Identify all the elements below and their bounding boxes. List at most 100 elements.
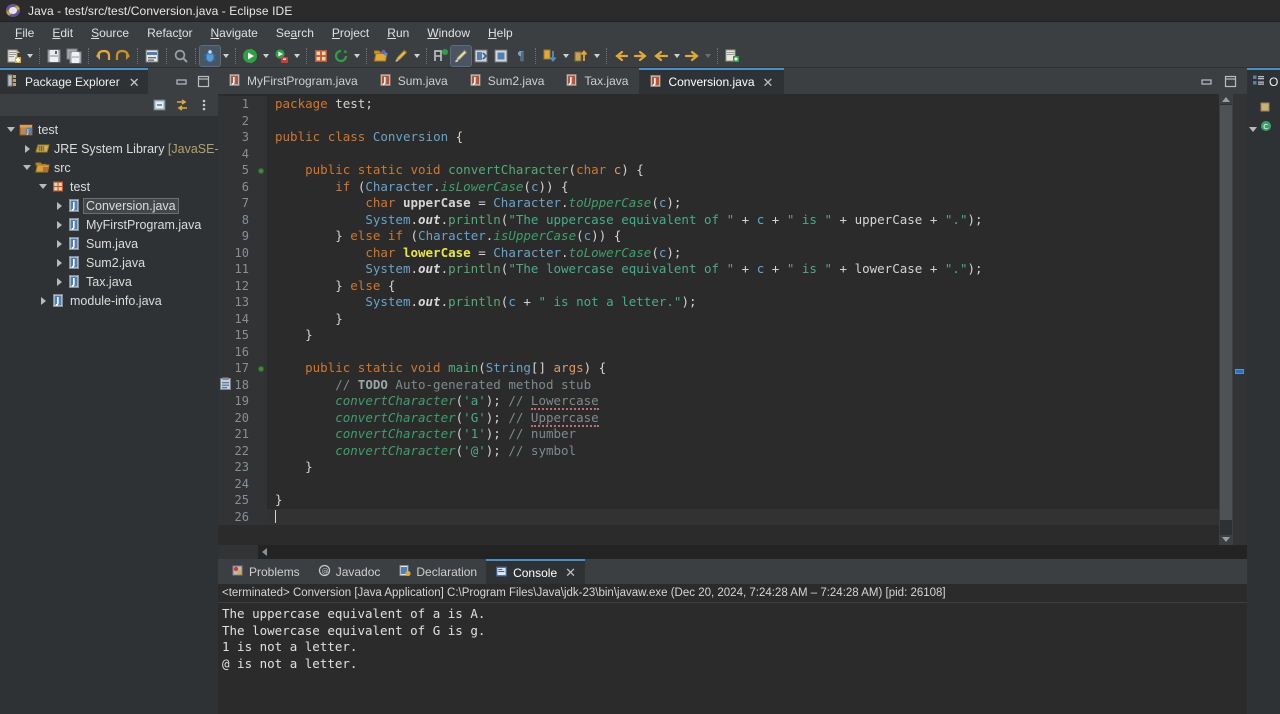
back-icon[interactable] bbox=[611, 46, 631, 66]
previous-annotation-icon[interactable] bbox=[571, 46, 591, 66]
run-dropdown-icon[interactable] bbox=[260, 46, 271, 66]
new-wizard-dropdown-icon[interactable] bbox=[24, 46, 35, 66]
package-explorer-toolbar[interactable] bbox=[0, 94, 218, 116]
save-icon[interactable] bbox=[44, 46, 64, 66]
undo-icon[interactable] bbox=[93, 46, 113, 66]
coverage-dropdown-icon[interactable] bbox=[291, 46, 302, 66]
twisty-icon[interactable] bbox=[1249, 121, 1257, 135]
open-type-icon[interactable] bbox=[142, 46, 162, 66]
debug-dropdown-icon[interactable] bbox=[220, 46, 231, 66]
forward-icon[interactable] bbox=[631, 46, 651, 66]
menu-run[interactable]: Run bbox=[378, 24, 418, 42]
whitespace-icon[interactable] bbox=[471, 46, 491, 66]
forward-history-icon[interactable] bbox=[682, 46, 702, 66]
view-menu-icon[interactable] bbox=[197, 99, 210, 112]
outline-tab-row[interactable]: O bbox=[1247, 68, 1280, 94]
edit-icon[interactable] bbox=[391, 46, 411, 66]
coverage-icon[interactable] bbox=[271, 46, 291, 66]
scroll-left-icon[interactable] bbox=[258, 545, 271, 559]
close-icon[interactable]: ✕ bbox=[129, 76, 140, 89]
tab-tax-java[interactable]: J Tax.java bbox=[555, 68, 640, 94]
hscroll-track[interactable] bbox=[258, 545, 1247, 559]
scrollbar-thumb[interactable] bbox=[1220, 105, 1232, 520]
refresh-icon[interactable] bbox=[331, 46, 351, 66]
menu-search[interactable]: Search bbox=[267, 24, 323, 42]
twisty-icon[interactable] bbox=[52, 201, 66, 210]
tab-myfirstprogram-java[interactable]: J MyFirstProgram.java bbox=[218, 68, 369, 94]
back-history-dropdown-icon[interactable] bbox=[671, 46, 682, 66]
next-annotation-icon[interactable] bbox=[540, 46, 560, 66]
toggle-block-selection-icon[interactable] bbox=[450, 44, 472, 67]
outline-item[interactable]: C bbox=[1247, 118, 1280, 137]
editor-overview-ruler[interactable] bbox=[1233, 94, 1247, 545]
maximize-icon[interactable] bbox=[197, 75, 210, 88]
previous-annotation-dropdown-icon[interactable] bbox=[591, 46, 602, 66]
tree-item-sum-java[interactable]: J Sum.java bbox=[0, 234, 218, 253]
main-toolbar[interactable]: ¶ bbox=[0, 44, 1280, 68]
run-icon[interactable] bbox=[240, 46, 260, 66]
edit-dropdown-icon[interactable] bbox=[411, 46, 422, 66]
tree-item-package-test[interactable]: test bbox=[0, 177, 218, 196]
twisty-icon[interactable] bbox=[52, 258, 66, 267]
minimize-icon[interactable] bbox=[1200, 75, 1213, 88]
save-all-icon[interactable] bbox=[64, 46, 84, 66]
maximize-icon[interactable] bbox=[1224, 75, 1237, 88]
tab-sum-java[interactable]: J Sum.java bbox=[368, 68, 459, 94]
twisty-icon[interactable] bbox=[36, 296, 50, 305]
todo-task-icon[interactable] bbox=[219, 377, 232, 390]
tree-item-src[interactable]: src bbox=[0, 158, 218, 177]
debug-icon[interactable] bbox=[199, 44, 221, 67]
outline-item[interactable] bbox=[1247, 99, 1280, 118]
minimize-icon[interactable] bbox=[175, 75, 188, 88]
redo-icon[interactable] bbox=[113, 46, 133, 66]
twisty-icon[interactable] bbox=[52, 277, 66, 286]
menu-bar[interactable]: File Edit Source Refactor Navigate Searc… bbox=[0, 22, 1280, 44]
menu-help[interactable]: Help bbox=[479, 24, 522, 42]
twisty-icon[interactable] bbox=[52, 220, 66, 229]
toggle-whitespace-icon[interactable] bbox=[491, 46, 511, 66]
toggle-mark-occurrences-icon[interactable] bbox=[431, 46, 451, 66]
tree-item-test-project[interactable]: J test bbox=[0, 120, 218, 139]
tab-sum2-java[interactable]: J Sum2.java bbox=[458, 68, 556, 94]
menu-project[interactable]: Project bbox=[323, 24, 378, 42]
back-history-icon[interactable] bbox=[651, 46, 671, 66]
scroll-down-icon[interactable] bbox=[1219, 534, 1233, 545]
editor-vertical-scrollbar[interactable] bbox=[1219, 94, 1233, 545]
link-with-editor-icon[interactable] bbox=[175, 99, 188, 112]
tab-package-explorer[interactable]: Package Explorer ✕ bbox=[0, 68, 148, 94]
menu-edit[interactable]: Edit bbox=[43, 24, 82, 42]
twisty-icon[interactable] bbox=[52, 239, 66, 248]
new-wizard-icon[interactable] bbox=[4, 46, 24, 66]
tree-item-jre-system-library[interactable]: JRE System Library [JavaSE-22] bbox=[0, 139, 218, 158]
new-window-icon[interactable] bbox=[722, 46, 742, 66]
menu-window[interactable]: Window bbox=[418, 24, 479, 42]
menu-file[interactable]: File bbox=[6, 24, 43, 42]
console-output[interactable]: The uppercase equivalent of a is A. The … bbox=[218, 603, 1247, 714]
editor-horizontal-scrollbar[interactable] bbox=[218, 545, 1247, 559]
search-icon[interactable] bbox=[171, 46, 191, 66]
tab-declaration[interactable]: Declaration bbox=[389, 559, 486, 584]
collapse-all-icon[interactable] bbox=[153, 99, 166, 112]
menu-refactor[interactable]: Refactor bbox=[138, 24, 201, 42]
close-icon[interactable]: ✕ bbox=[565, 566, 576, 579]
close-icon[interactable]: ✕ bbox=[763, 76, 774, 89]
tab-console[interactable]: Console ✕ bbox=[486, 559, 586, 584]
twisty-icon[interactable] bbox=[4, 127, 18, 132]
twisty-icon[interactable] bbox=[36, 184, 50, 189]
new-java-project-icon[interactable] bbox=[311, 46, 331, 66]
menu-source[interactable]: Source bbox=[82, 24, 138, 42]
tree-item-tax-java[interactable]: J Tax.java bbox=[0, 272, 218, 291]
pilcrow-icon[interactable]: ¶ bbox=[511, 46, 531, 66]
tree-item-myfirstprogram-java[interactable]: J MyFirstProgram.java bbox=[0, 215, 218, 234]
package-explorer-tree[interactable]: J test JRE System Library [JavaSE-22] bbox=[0, 116, 218, 714]
tree-item-conversion-java[interactable]: J Conversion.java bbox=[0, 196, 218, 215]
twisty-icon[interactable] bbox=[20, 144, 34, 153]
source-editor[interactable]: 1 package test; 2 3 public class Conversio… bbox=[218, 94, 1219, 545]
tab-javadoc[interactable]: @ Javadoc bbox=[309, 559, 390, 584]
tree-item-module-info-java[interactable]: J module-info.java bbox=[0, 291, 218, 310]
tab-conversion-java[interactable]: J Conversion.java ✕ bbox=[639, 68, 785, 94]
tab-problems[interactable]: Problems bbox=[222, 559, 309, 584]
next-annotation-dropdown-icon[interactable] bbox=[560, 46, 571, 66]
overview-ruler-marker[interactable] bbox=[1235, 369, 1244, 374]
outline-tree[interactable]: C bbox=[1247, 94, 1280, 714]
